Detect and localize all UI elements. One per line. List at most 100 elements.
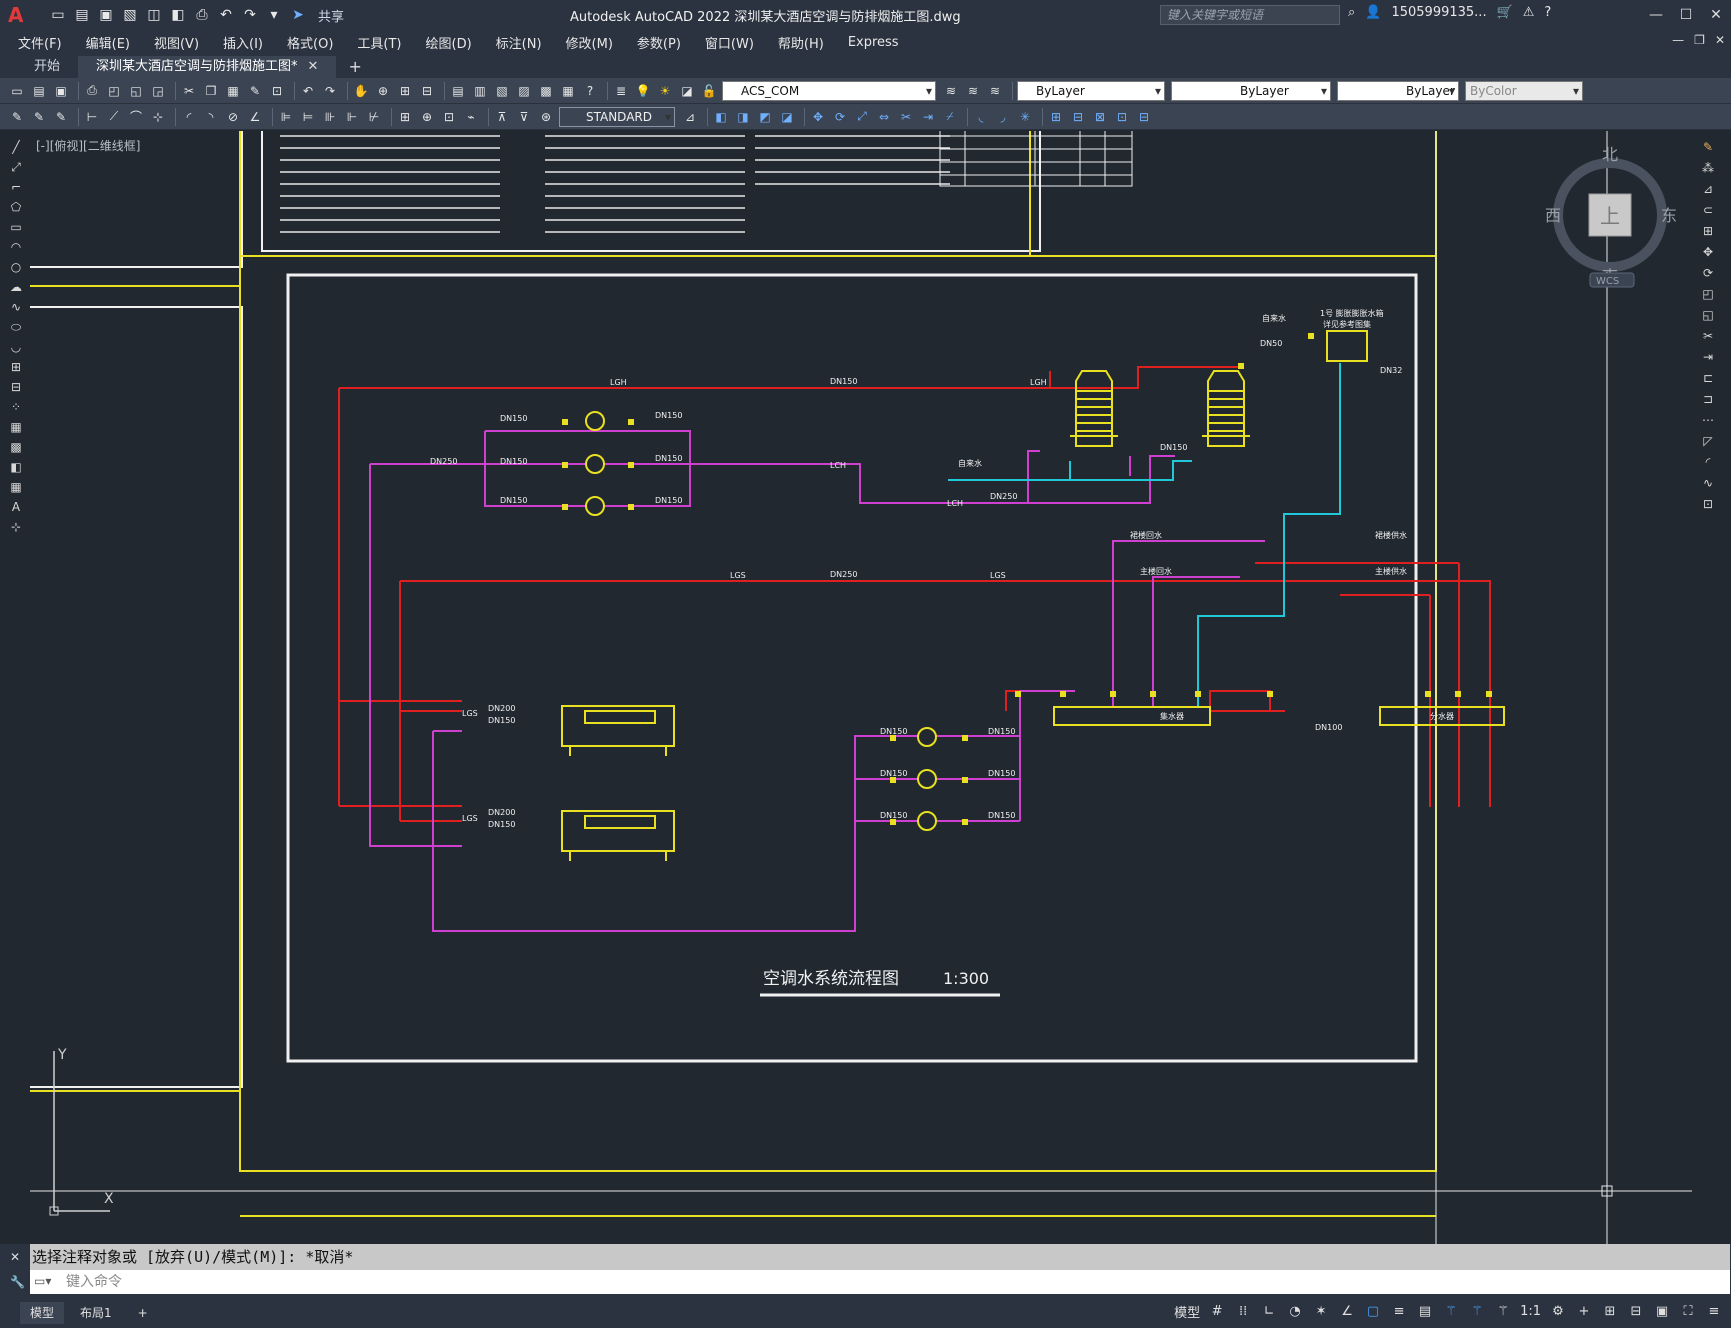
menu-file[interactable]: 文件(F) [18,33,62,52]
share-button[interactable]: 共享 [318,6,344,25]
rotate-icon[interactable]: ⟳ [831,108,849,126]
annotation-scale-icon[interactable]: ⚚ [1494,1304,1512,1319]
user-name[interactable]: 1505999135... [1391,5,1486,20]
layer-dropdown[interactable]: ACS_COM [722,80,936,101]
viewcube-face[interactable]: 上 [1600,204,1620,228]
ortho-icon[interactable]: ∟ [1260,1304,1278,1319]
rectangle-icon[interactable]: ▭ [6,220,26,240]
drawing-viewport[interactable]: DN150 LGH LGH DN250 LGS LGS DN250 DN150 … [30,131,1692,1248]
dimstyle-dropdown[interactable]: STANDARD [559,106,675,127]
extend-icon[interactable]: ⇥ [919,108,937,126]
construction-line-icon[interactable]: ⤢ [6,160,26,180]
edit3-icon[interactable]: ✎ [52,108,70,126]
center-mark-icon[interactable]: ⊕ [418,108,436,126]
close-cmd-icon[interactable]: ✕ [10,1250,20,1264]
redo-icon[interactable]: ↷ [240,5,260,25]
layer-properties-icon[interactable]: ≣ [612,82,630,100]
chamfer-icon[interactable]: ◞ [994,108,1012,126]
sheet-set-icon[interactable]: ▨ [515,82,533,100]
save-as-icon[interactable]: ▧ [120,5,140,25]
doc-minimize-icon[interactable]: — [1672,33,1684,47]
open-file-icon[interactable]: ▤ [72,5,92,25]
arc-icon[interactable]: ◠ [6,240,26,260]
fillet-r-icon[interactable]: ◜ [1696,455,1720,476]
isolate-icon[interactable]: ▣ [1653,1304,1671,1319]
fullscreen-icon[interactable]: ⛶ [1679,1304,1697,1319]
trim-icon[interactable]: ✂ [897,108,915,126]
chamfer-r-icon[interactable]: ◸ [1696,434,1720,455]
tolerance-icon[interactable]: ⊞ [396,108,414,126]
tool-palettes-icon[interactable]: ▧ [493,82,511,100]
tab-layout1[interactable]: 布局1 [70,1302,122,1324]
line-icon[interactable]: ╱ [6,140,26,160]
print-icon[interactable]: ⎙ [83,82,101,100]
explode-r-icon[interactable]: ⊡ [1696,497,1720,518]
dimstyle-manager-icon[interactable]: ⊿ [681,108,699,126]
save-tb-icon[interactable]: ▣ [52,82,70,100]
offset-r-icon[interactable]: ⊂ [1696,203,1720,224]
layer-lock-icon[interactable]: 🔓 [700,82,718,100]
fillet-icon[interactable]: ◟ [972,108,990,126]
menu-insert[interactable]: 插入(I) [223,33,263,52]
viewcube-north[interactable]: 北 [1602,145,1618,164]
menu-express[interactable]: Express [848,35,899,50]
block-editor-icon[interactable]: ⊡ [268,82,286,100]
menu-dimension[interactable]: 标注(N) [496,33,542,52]
transparency-icon[interactable]: ▤ [1416,1304,1434,1319]
close-icon[interactable]: ✕ [1701,0,1731,30]
plot-icon[interactable]: ⎙ [192,5,212,25]
menu-draw[interactable]: 绘图(D) [426,33,472,52]
viewport-controls-label[interactable]: [-][俯视][二维线框] [36,137,140,154]
3d-print-icon[interactable]: ◲ [149,82,167,100]
model-space-button[interactable]: 模型 [1174,1302,1200,1321]
lineweight-icon[interactable]: ≡ [1390,1304,1408,1319]
extend-r-icon[interactable]: ⇥ [1696,350,1720,371]
rotate-r-icon[interactable]: ⟳ [1696,266,1720,287]
layer-freeze-icon[interactable]: ☀ [656,82,674,100]
cut-icon[interactable]: ✂ [180,82,198,100]
menu-tools[interactable]: 工具(T) [357,33,401,52]
linetype-dropdown[interactable]: ByLayer [1171,80,1331,101]
revcloud-icon[interactable]: ☁ [6,280,26,300]
attach-icon[interactable]: ⊟ [1069,108,1087,126]
annotation-monitor-icon[interactable]: + [1575,1304,1593,1319]
markup-icon[interactable]: ▩ [537,82,555,100]
polygon-icon[interactable]: ⬠ [6,200,26,220]
aligned-dim-icon[interactable]: ⟋ [105,108,123,126]
edit2-icon[interactable]: ✎ [30,108,48,126]
web-mobile-save-icon[interactable]: ◧ [168,5,188,25]
spline-icon[interactable]: ∿ [6,300,26,320]
search-input[interactable]: 键入关键字或短语 [1160,5,1340,25]
tab-model[interactable]: 模型 [20,1302,65,1324]
array-icon[interactable]: ◪ [778,108,796,126]
dim-text-edit-icon[interactable]: ⊽ [515,108,533,126]
cart-icon[interactable]: 🛒 [1497,5,1513,20]
menu-parametric[interactable]: 参数(P) [637,33,681,52]
linear-dim-icon[interactable]: ⊢ [83,108,101,126]
stretch-icon[interactable]: ⇔ [875,108,893,126]
calculator-icon[interactable]: ▦ [559,82,577,100]
viewcube-west[interactable]: 西 [1545,206,1561,225]
pan-icon[interactable]: ✋ [352,82,370,100]
break-point-icon[interactable]: ⊏ [1696,371,1720,392]
zoom-previous-icon[interactable]: ⊟ [418,82,436,100]
customize-qat-icon[interactable]: ▾ [264,5,284,25]
baseline-icon[interactable]: ⊨ [299,108,317,126]
field-icon[interactable]: ⊟ [1135,108,1153,126]
move-icon[interactable]: ✥ [809,108,827,126]
point-icon[interactable]: ⁘ [6,400,26,420]
make-block-icon[interactable]: ⊟ [6,380,26,400]
new-tab-icon[interactable]: + [348,56,361,78]
share-icon[interactable]: ➤ [288,5,308,25]
undo-icon[interactable]: ↶ [216,5,236,25]
circle-icon[interactable]: ○ [6,260,26,280]
viewcube-east[interactable]: 东 [1661,206,1677,225]
properties-icon[interactable]: ▤ [449,82,467,100]
join-icon[interactable]: ⋯ [1696,413,1720,434]
mirror-r-icon[interactable]: ⊿ [1696,182,1720,203]
explode-icon[interactable]: ✳ [1016,108,1034,126]
layer-previous-icon[interactable]: ≋ [964,82,982,100]
scale-r-icon[interactable]: ◰ [1696,287,1720,308]
menu-format[interactable]: 格式(O) [287,33,333,52]
command-input[interactable]: 键入命令 [30,1270,1730,1294]
